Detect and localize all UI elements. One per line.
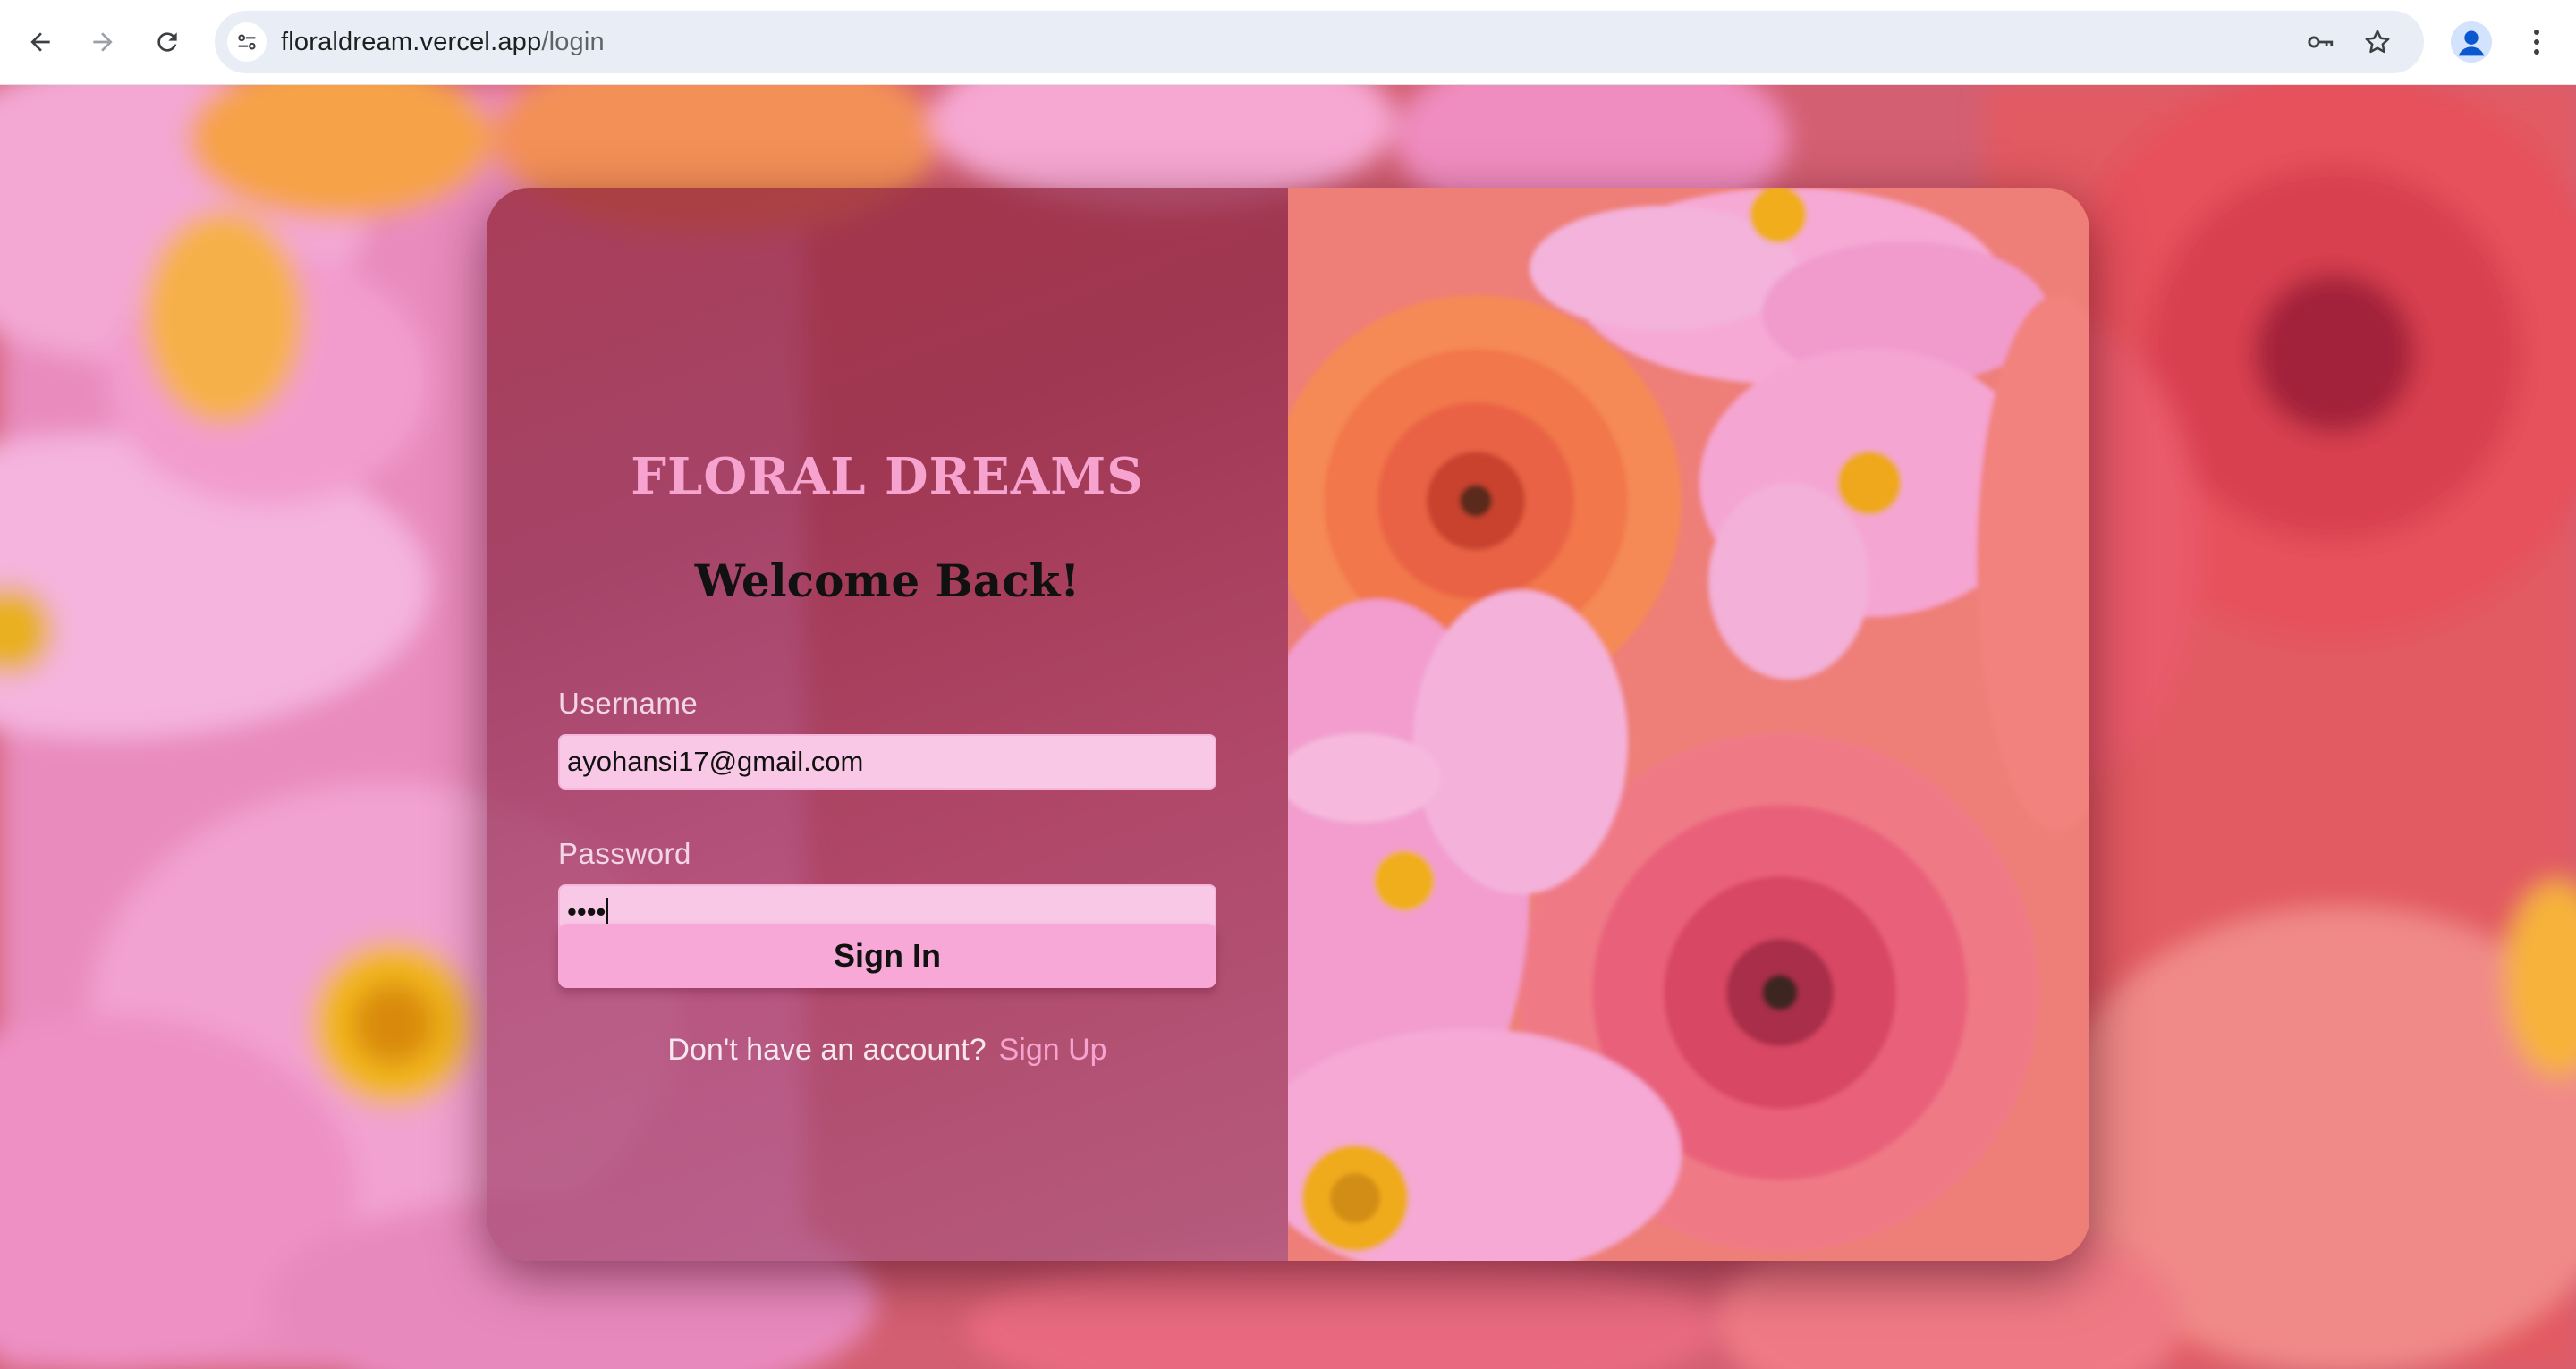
star-icon	[2365, 30, 2390, 54]
password-label: Password	[558, 837, 691, 870]
password-masked-value: ••••	[567, 896, 606, 927]
brand-title: FLORAL DREAMS	[631, 447, 1144, 506]
forward-arrow-icon	[93, 32, 113, 52]
reload-icon	[157, 32, 177, 52]
bookmark-button[interactable]	[2358, 22, 2397, 62]
flower-photo-image	[1288, 188, 2089, 1261]
url-text[interactable]: floraldream.vercel.app/login	[281, 11, 605, 73]
username-label: Username	[558, 687, 699, 720]
back-button[interactable]	[16, 18, 64, 66]
sign-up-link[interactable]: Sign Up	[999, 1033, 1107, 1067]
reload-button[interactable]	[143, 18, 191, 66]
login-card: FLORAL DREAMS Welcome Back! Username ayo…	[487, 188, 2089, 1261]
profile-button[interactable]	[2451, 21, 2492, 63]
more-vert-icon	[2534, 30, 2539, 55]
forward-button[interactable]	[79, 18, 127, 66]
person-icon	[2451, 21, 2492, 63]
key-icon	[2308, 36, 2334, 48]
browser-menu-button[interactable]	[2519, 18, 2555, 66]
site-info-button[interactable]	[227, 22, 267, 62]
username-input[interactable]: ayohansi17@gmail.com	[558, 734, 1216, 790]
sign-in-button[interactable]: Sign In	[558, 924, 1216, 988]
address-bar[interactable]: floraldream.vercel.app/login	[215, 11, 2424, 73]
login-form-panel: FLORAL DREAMS Welcome Back! Username ayo…	[487, 188, 1288, 1261]
back-arrow-icon	[30, 32, 50, 52]
browser-toolbar: floraldream.vercel.app/login	[0, 0, 2576, 85]
url-host: floraldream.vercel.app	[281, 28, 542, 56]
tune-icon	[238, 34, 256, 50]
password-manager-button[interactable]	[2301, 22, 2340, 62]
signup-prompt: Don't have an account? Sign Up	[487, 1033, 1288, 1068]
url-path: /login	[541, 28, 605, 56]
page-viewport: FLORAL DREAMS Welcome Back! Username ayo…	[0, 85, 2576, 1369]
no-account-text: Don't have an account?	[667, 1033, 987, 1067]
flower-photo-panel	[1288, 188, 2089, 1261]
welcome-heading: Welcome Back!	[694, 554, 1080, 607]
